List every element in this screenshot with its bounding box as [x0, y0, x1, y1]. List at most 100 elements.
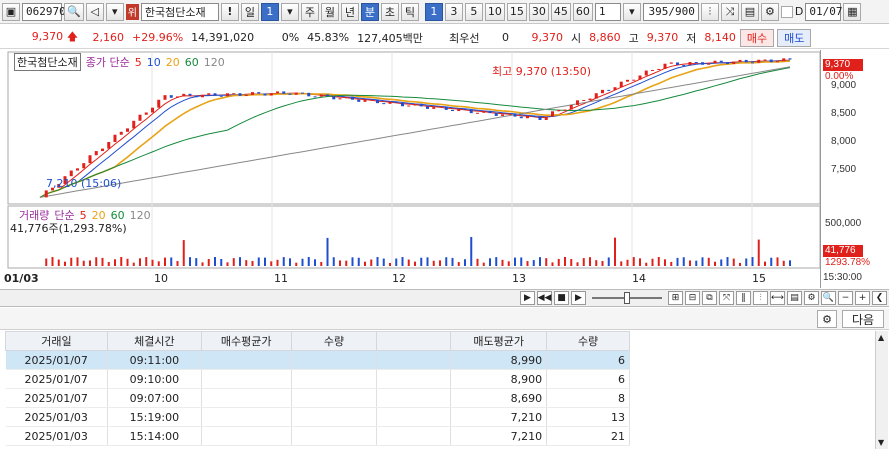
- col-trade-time[interactable]: 체결시간: [106, 331, 202, 351]
- sell-button[interactable]: 매도: [777, 28, 812, 47]
- stop-icon[interactable]: ■: [554, 291, 569, 305]
- minute-dropdown-icon[interactable]: ▾: [622, 2, 641, 21]
- compare-icon[interactable]: ⤨: [720, 2, 739, 21]
- minute-value-input[interactable]: 1: [594, 2, 621, 21]
- period-count-input[interactable]: 1: [260, 2, 279, 21]
- zoom-slider[interactable]: [592, 292, 662, 304]
- scroll-down-icon[interactable]: ▼: [878, 438, 884, 447]
- tab-year[interactable]: 년: [340, 2, 359, 21]
- date-input[interactable]: 01/07: [805, 2, 843, 21]
- zoom-slider-handle[interactable]: [624, 292, 630, 304]
- cell-buy-qty: [291, 388, 378, 408]
- volume-bar: [714, 261, 716, 266]
- candle: [513, 113, 517, 117]
- cell-sell-qty: 8: [546, 388, 630, 408]
- settings-icon[interactable]: ⚙: [804, 291, 819, 305]
- volume-bar: [770, 257, 773, 266]
- candle: [144, 112, 148, 115]
- tab-week[interactable]: 주: [300, 2, 319, 21]
- date-checkbox[interactable]: [780, 5, 793, 18]
- candle: [744, 59, 748, 63]
- list-gear-icon[interactable]: ⚙: [817, 310, 837, 328]
- col-buy-qty[interactable]: 수량: [290, 331, 378, 351]
- volume-bar: [789, 260, 791, 266]
- calendar-icon[interactable]: ▦: [843, 2, 862, 21]
- volume-bar: [51, 257, 54, 266]
- layout-icon[interactable]: ⊞: [668, 291, 683, 305]
- gear-icon[interactable]: ⚙: [760, 2, 779, 21]
- table-row[interactable]: 2025/01/03 15:14:00 7,210 21: [5, 426, 630, 446]
- table-row[interactable]: 2025/01/03 15:19:00 7,210 13: [5, 407, 630, 427]
- split-icon[interactable]: ⊟: [685, 291, 700, 305]
- search-icon[interactable]: 🔍: [64, 2, 84, 21]
- minute-15-button[interactable]: 15: [506, 2, 527, 21]
- table-row[interactable]: 2025/01/07 09:10:00 8,900 6: [5, 369, 630, 389]
- compare-toggle-icon[interactable]: ⟷: [770, 291, 785, 305]
- col-trade-date[interactable]: 거래일: [5, 331, 108, 351]
- chart-toolbar: ▣ 062970 🔍 ◁ ▾ 위 한국첨단소재 ! 일 1 ▾ 주 월 년 분 …: [0, 0, 889, 24]
- zoom-icon[interactable]: 🔍: [821, 291, 836, 305]
- minute-30-button[interactable]: 30: [528, 2, 549, 21]
- candle: [251, 92, 254, 95]
- volume-bar: [89, 260, 91, 266]
- minute-10-button[interactable]: 10: [484, 2, 505, 21]
- save-icon[interactable]: ▤: [740, 2, 759, 21]
- candle: [151, 107, 154, 113]
- volume-bar: [401, 257, 404, 266]
- volume-bar: [357, 257, 360, 266]
- volume-bar: [582, 258, 585, 266]
- volume-bar: [507, 261, 510, 266]
- candle: [101, 148, 104, 152]
- tab-month[interactable]: 월: [320, 2, 339, 21]
- candle-icon[interactable]: ⫶: [700, 2, 719, 21]
- stock-code-input[interactable]: 062970: [22, 2, 66, 21]
- volume-bar: [182, 240, 185, 266]
- chart-type-icon[interactable]: ▣: [2, 2, 20, 21]
- rewind-icon[interactable]: ◀◀: [537, 291, 552, 305]
- minute-3-button[interactable]: 3: [444, 2, 463, 21]
- period-day-button[interactable]: 일: [240, 2, 259, 21]
- minute-1-button[interactable]: 1: [424, 2, 443, 21]
- buy-button[interactable]: 매수: [739, 28, 775, 47]
- x-label-12: 12: [392, 272, 406, 285]
- bar-toggle-icon[interactable]: ‖: [736, 291, 751, 305]
- candle: [569, 104, 573, 110]
- table-row[interactable]: 2025/01/07 09:07:00 8,690 8: [5, 388, 630, 408]
- play-icon[interactable]: ▶: [571, 291, 586, 305]
- minute-60-button[interactable]: 60: [572, 2, 593, 21]
- tab-tick[interactable]: 틱: [400, 2, 419, 21]
- minute-5-button[interactable]: 5: [464, 2, 483, 21]
- candle: [376, 99, 379, 104]
- zoom-in-icon[interactable]: +: [855, 291, 870, 305]
- overlay-icon[interactable]: ⧉: [702, 291, 717, 305]
- cell-blank: [376, 407, 452, 427]
- candle: [738, 59, 742, 62]
- speaker-icon[interactable]: ◁: [85, 2, 104, 21]
- scroll-up-icon[interactable]: ▲: [878, 333, 884, 342]
- minute-45-button[interactable]: 45: [550, 2, 571, 21]
- candle: [369, 99, 373, 101]
- crosshair-icon[interactable]: ⤧: [719, 291, 734, 305]
- alert-button[interactable]: !: [220, 2, 239, 21]
- volume-bar: [407, 259, 410, 266]
- col-buy-avg[interactable]: 매수평균가: [200, 331, 292, 351]
- zoom-out-icon[interactable]: −: [838, 291, 853, 305]
- table-scrollbar[interactable]: ▲ ▼: [875, 331, 888, 449]
- col-sell-qty[interactable]: 수량: [546, 331, 630, 351]
- tab-second[interactable]: 초: [380, 2, 399, 21]
- volume-bar: [145, 257, 148, 266]
- scroll-right-icon[interactable]: ▶: [520, 291, 535, 305]
- table-row[interactable]: 2025/01/07 09:11:00 8,990 6: [5, 350, 630, 370]
- volume-bar: [207, 258, 210, 266]
- trade-list-toolbar: ⚙ 다음: [0, 308, 889, 330]
- chevron-left-icon[interactable]: ❮: [872, 291, 887, 305]
- period-toggle-icon[interactable]: ⫶: [753, 291, 768, 305]
- next-button[interactable]: 다음: [842, 310, 884, 328]
- price-chart[interactable]: 한국첨단소재 종가 단순 5 10 20 60 120 최고 9,370 (13…: [0, 50, 889, 288]
- dropdown-icon[interactable]: ▾: [105, 2, 124, 21]
- chevron-down-icon[interactable]: ▾: [280, 2, 299, 21]
- col-sell-avg[interactable]: 매도평균가: [450, 331, 548, 351]
- stock-name-field[interactable]: 한국첨단소재: [140, 2, 219, 21]
- table-icon[interactable]: ▤: [787, 291, 802, 305]
- tab-minute[interactable]: 분: [360, 2, 379, 21]
